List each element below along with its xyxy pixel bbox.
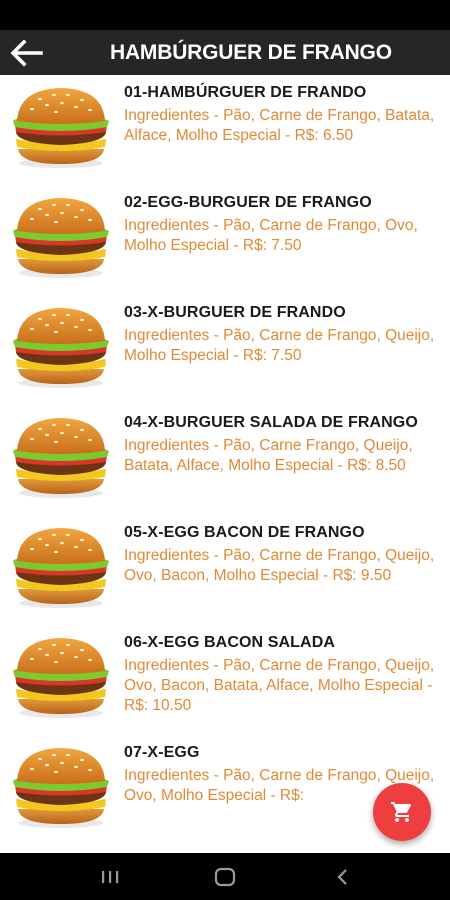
item-description: Ingredientes - Pão, Carne de Frango, Bat… [124,107,435,144]
burger-image [10,305,113,389]
arrow-left-icon [10,39,43,67]
page-title: HAMBÚRGUER DE FRANGO [110,41,392,64]
item-name: 07-X-EGG [124,744,200,761]
home-icon [214,867,236,886]
burger-image [10,195,113,279]
system-nav-bar [0,853,450,900]
item-description: Ingredientes - Pão, Carne Frango, Queijo… [124,437,413,474]
list-item[interactable]: 01-HAMBÚRGUER DE FRANDO Ingredientes - P… [0,75,450,185]
product-list[interactable]: 01-HAMBÚRGUER DE FRANDO Ingredientes - P… [0,75,450,853]
burger-image [10,635,113,719]
status-bar [0,0,450,30]
burger-image [10,415,113,499]
item-name: 04-X-BURGUER SALADA DE FRANGO [124,414,418,431]
list-item[interactable]: 02-EGG-BURGUER DE FRANGO Ingredientes - … [0,185,450,295]
recent-apps-icon [102,870,119,883]
burger-image [10,85,113,169]
list-item[interactable]: 05-X-EGG BACON DE FRANGO Ingredientes - … [0,515,450,625]
item-description: Ingredientes - Pão, Carne de Frango, Que… [124,547,435,584]
home-button[interactable] [195,853,255,900]
back-button[interactable] [6,34,46,72]
list-item[interactable]: 03-X-BURGUER DE FRANDO Ingredientes - Pã… [0,295,450,405]
item-name: 03-X-BURGUER DE FRANDO [124,304,346,321]
cart-button[interactable] [373,783,431,841]
recent-apps-button[interactable] [80,853,140,900]
burger-image [10,525,113,609]
item-description: Ingredientes - Pão, Carne de Frango, Ovo… [124,217,418,254]
list-item[interactable]: 04-X-BURGUER SALADA DE FRANGO Ingredient… [0,405,450,515]
item-name: 06-X-EGG BACON SALADA [124,634,336,651]
shopping-cart-icon [391,802,412,822]
item-name: 01-HAMBÚRGUER DE FRANDO [124,84,367,101]
burger-image [10,745,113,829]
item-name: 02-EGG-BURGUER DE FRANGO [124,194,372,211]
back-nav-icon [337,868,347,885]
item-description: Ingredientes - Pão, Carne de Frango, Que… [124,657,435,714]
app-bar: HAMBÚRGUER DE FRANGO [0,30,450,75]
back-nav-button[interactable] [313,853,373,900]
item-description: Ingredientes - Pão, Carne de Frango, Que… [124,327,435,364]
item-name: 05-X-EGG BACON DE FRANGO [124,524,365,541]
list-item[interactable]: 06-X-EGG BACON SALADA Ingredientes - Pão… [0,625,450,735]
